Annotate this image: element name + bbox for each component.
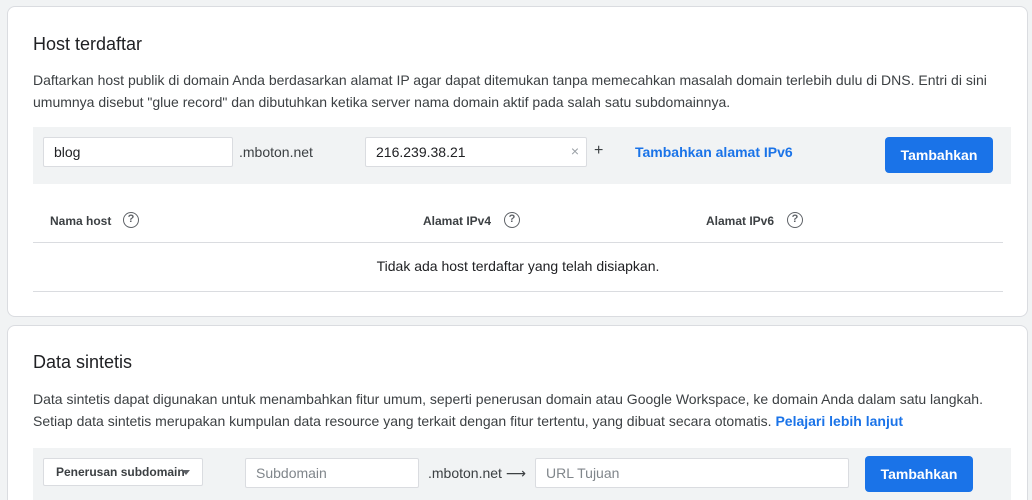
domain-suffix-arrow: .mboton.net ⟶ xyxy=(428,465,526,481)
plus-icon: + xyxy=(594,142,604,159)
record-type-select-label: Penerusan subdomain xyxy=(56,465,185,479)
registered-hosts-card: Host terdaftar Daftarkan host publik di … xyxy=(7,6,1028,317)
add-ipv6-link[interactable]: Tambahkan alamat IPv6 xyxy=(635,137,793,167)
synthetic-records-title: Data sintetis xyxy=(33,352,133,372)
synthetic-records-card: Data sintetis Data sintetis dapat diguna… xyxy=(7,325,1028,500)
help-icon[interactable]: ? xyxy=(123,212,139,228)
add-host-form: .mboton.net × + Tambahkan alamat IPv6 Ta… xyxy=(33,127,1011,184)
clear-icon[interactable]: × xyxy=(571,137,579,165)
target-url-input[interactable] xyxy=(535,458,849,488)
registered-hosts-description: Daftarkan host publik di domain Anda ber… xyxy=(33,72,987,110)
table-header-divider xyxy=(33,242,1003,243)
column-ipv4: Alamat IPv4 xyxy=(423,214,492,228)
record-type-select[interactable]: Penerusan subdomain xyxy=(43,458,203,486)
help-icon[interactable]: ? xyxy=(787,212,803,228)
column-ipv6: Alamat IPv6 xyxy=(706,214,775,228)
table-bottom-divider xyxy=(33,291,1003,292)
subdomain-input[interactable] xyxy=(245,458,419,488)
empty-table-message: Tidak ada host terdaftar yang telah disi… xyxy=(376,258,660,274)
add-synthetic-record-button[interactable]: Tambahkan xyxy=(865,456,973,492)
add-host-button[interactable]: Tambahkan xyxy=(885,137,993,173)
learn-more-link[interactable]: Pelajari lebih lanjut xyxy=(775,413,903,429)
chevron-down-icon xyxy=(182,470,190,475)
ipv4-input[interactable] xyxy=(365,137,587,167)
ipv4-field: × xyxy=(365,137,587,167)
host-domain-suffix: .mboton.net xyxy=(239,144,313,160)
add-synthetic-record-form: Penerusan subdomain .mboton.net ⟶ Tambah… xyxy=(33,448,1011,500)
help-icon[interactable]: ? xyxy=(504,212,520,228)
registered-hosts-title: Host terdaftar xyxy=(33,34,143,54)
synthetic-records-description: Data sintetis dapat digunakan untuk mena… xyxy=(33,388,998,432)
column-host-name: Nama host xyxy=(50,214,112,228)
host-name-input[interactable] xyxy=(43,137,233,167)
